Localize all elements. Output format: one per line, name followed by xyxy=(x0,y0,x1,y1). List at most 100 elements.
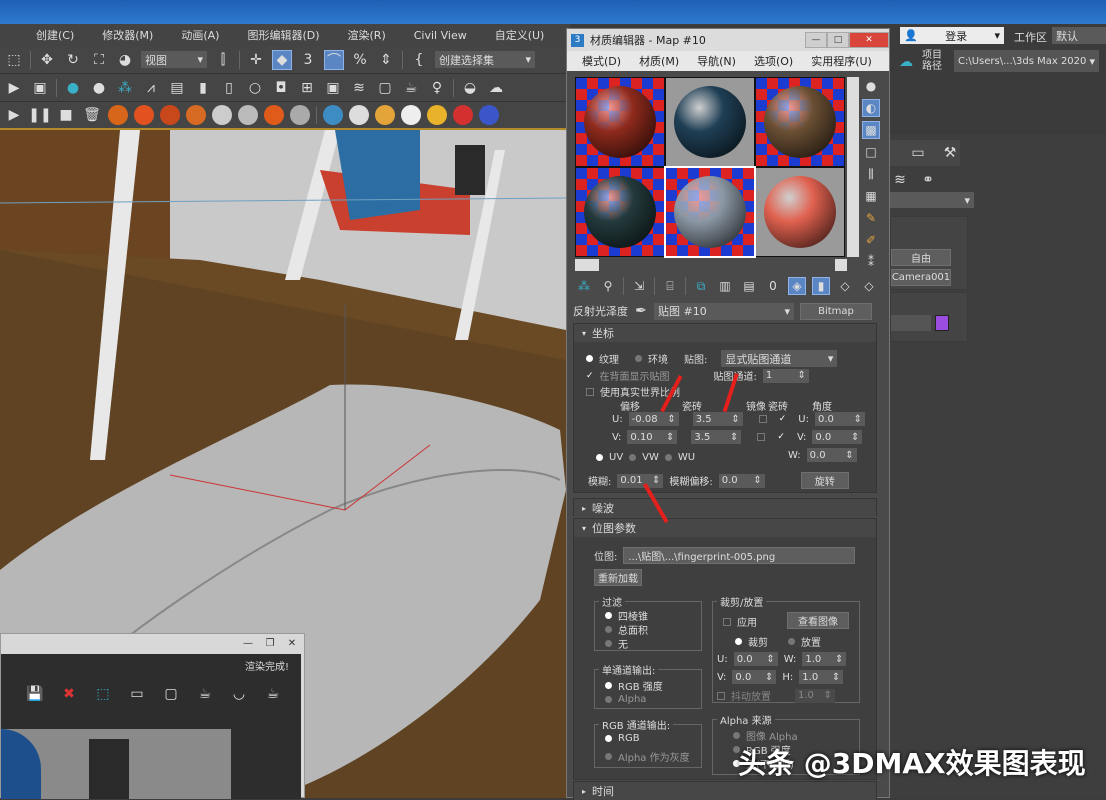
sample-slot-scrollbar[interactable] xyxy=(847,77,859,257)
jitter-checkbox[interactable] xyxy=(717,691,725,700)
filter-none-radio[interactable] xyxy=(605,640,612,647)
window-icon[interactable]: ▢ xyxy=(161,684,181,704)
go-to-parent-icon[interactable]: ◇ xyxy=(836,277,854,295)
vw-radio[interactable] xyxy=(629,454,637,461)
w-angle-spinner[interactable]: 0.0 ⇕ xyxy=(806,448,857,462)
menu-rendering[interactable]: 渲染(R) xyxy=(334,27,400,43)
sign-in-dropdown[interactable]: 👤 登录 ▾ xyxy=(900,27,1004,44)
options-icon[interactable]: ✎ xyxy=(862,209,880,227)
menu-options[interactable]: 选项(O) xyxy=(745,53,802,69)
menu-modes[interactable]: 模式(D) xyxy=(573,53,630,69)
v-tiling-spinner[interactable]: 3.5 ⇕ xyxy=(691,430,742,444)
image-alpha-radio[interactable] xyxy=(733,732,740,739)
map-channel-spinner[interactable]: 1 ⇕ xyxy=(762,368,809,383)
maximize-button[interactable]: □ xyxy=(827,32,849,48)
render-setup-icon[interactable]: ▶ xyxy=(4,78,24,98)
select-region-icon[interactable]: ⬚ xyxy=(4,50,24,70)
smoke-icon[interactable] xyxy=(238,105,258,125)
category-dropdown[interactable]: ▾ xyxy=(890,192,974,208)
menu-utilities[interactable]: 实用程序(U) xyxy=(802,53,881,69)
backlight-icon[interactable]: ◐ xyxy=(862,99,880,117)
region-select-icon[interactable]: ⬚ xyxy=(93,684,113,704)
make-unique-icon[interactable]: ▥ xyxy=(716,277,734,295)
sphere-icon[interactable]: ● xyxy=(89,78,109,98)
show-shaded-map-icon[interactable]: ◈ xyxy=(788,277,806,295)
fire-burst-icon[interactable] xyxy=(186,105,206,125)
apply-crop-checkbox[interactable] xyxy=(723,617,731,626)
sample-slot-wood-brown-material[interactable] xyxy=(756,78,844,166)
red-liquid-icon[interactable] xyxy=(453,105,473,125)
cloud-icon[interactable]: ☁ xyxy=(486,78,506,98)
mapping-dropdown[interactable]: 显式贴图通道 ▾ xyxy=(721,350,838,367)
named-selection-dropdown[interactable]: 创建选择集 ▾ xyxy=(435,51,535,68)
rotate-icon[interactable]: ↻ xyxy=(63,50,83,70)
angle-snap-icon[interactable]: ⌒ xyxy=(324,49,344,70)
sample-slot-coral-material[interactable] xyxy=(756,168,844,256)
clear-icon[interactable]: ✖ xyxy=(59,684,79,704)
workspace-dropdown[interactable]: 默认 xyxy=(1052,27,1106,44)
percent-snap-icon[interactable]: % xyxy=(350,50,370,70)
play-icon[interactable]: ▶ xyxy=(4,105,24,125)
sample-type-sphere-icon[interactable]: ● xyxy=(862,77,880,95)
copy-material-icon[interactable]: ⧉ xyxy=(692,277,710,295)
candle-icon[interactable] xyxy=(264,105,284,125)
resolution-icon[interactable]: ▭ xyxy=(127,684,147,704)
blur-spinner[interactable]: 0.01 ⇕ xyxy=(617,473,664,488)
crop-h-spinner[interactable]: 1.0 ⇕ xyxy=(799,670,844,684)
video-color-check-icon[interactable]: ⫼ xyxy=(862,165,880,183)
rotate-button[interactable]: 旋转 xyxy=(800,472,849,489)
environ-radio[interactable] xyxy=(635,355,642,362)
rgb-radio[interactable] xyxy=(605,735,612,742)
make-preview-icon[interactable]: ▦ xyxy=(862,187,880,205)
v-tile-checkbox[interactable]: ✓ xyxy=(777,432,785,442)
torus-icon[interactable]: ○ xyxy=(245,78,265,98)
sample-slot-red-material[interactable] xyxy=(576,78,664,166)
assign-to-selection-icon[interactable]: ⇲ xyxy=(630,277,648,295)
swirl-icon[interactable] xyxy=(212,105,232,125)
slots-scroll-left[interactable] xyxy=(575,259,599,271)
environment-icon[interactable]: ◒ xyxy=(460,78,480,98)
snaps-toggle-icon[interactable]: 3 xyxy=(298,50,318,70)
u-offset-spinner[interactable]: -0.08 ⇕ xyxy=(628,412,679,426)
spinner-snap-icon[interactable]: ⇕ xyxy=(376,50,396,70)
summed-area-radio[interactable] xyxy=(605,626,612,633)
teapot-outline-icon[interactable]: ◡ xyxy=(229,684,249,704)
coffee-icon[interactable] xyxy=(401,105,421,125)
frame-icon[interactable]: ▢ xyxy=(375,78,395,98)
select-manipulate-icon[interactable]: ✛ xyxy=(246,50,266,70)
water-icon[interactable] xyxy=(323,105,343,125)
coordinates-rollout-header[interactable]: ▾ 坐标 xyxy=(574,324,876,342)
edit-named-selection-icon[interactable]: { xyxy=(409,50,429,70)
spacewarps-icon[interactable]: ≋ xyxy=(890,170,910,190)
u-angle-spinner[interactable]: 0.0 ⇕ xyxy=(814,412,865,426)
minimize-button[interactable]: — xyxy=(805,32,827,48)
v-angle-spinner[interactable]: 0.0 ⇕ xyxy=(812,430,863,444)
pivot-icon[interactable]: ⫿ xyxy=(213,50,233,70)
sample-slot-dark-textured-material[interactable] xyxy=(576,168,664,256)
project-path-dropdown[interactable]: C:\Users\...\3ds Max 2020 ▾ xyxy=(954,50,1099,72)
place-radio[interactable] xyxy=(788,638,795,645)
display-tab-icon[interactable]: ▭ xyxy=(908,143,928,163)
sample-slot-marble-material[interactable] xyxy=(664,166,756,258)
panel-icon[interactable]: ▤ xyxy=(167,78,187,98)
go-forward-sibling-icon[interactable]: ◇ xyxy=(860,277,878,295)
v-offset-spinner[interactable]: 0.10 ⇕ xyxy=(627,430,678,444)
map-type-button[interactable]: Bitmap xyxy=(800,302,872,320)
free-camera-button[interactable]: 自由 xyxy=(891,249,951,266)
reload-button[interactable]: 重新加载 xyxy=(594,569,642,586)
keyboard-shortcut-override-icon[interactable]: ◆ xyxy=(272,49,292,70)
display-icon[interactable]: ▣ xyxy=(323,78,343,98)
show-map-on-back-checkbox[interactable]: ✓ xyxy=(586,371,594,381)
pyramidal-radio[interactable] xyxy=(605,612,612,619)
blue-liquid-icon[interactable] xyxy=(479,105,499,125)
lights-icon[interactable]: ⩘ xyxy=(141,78,161,98)
wu-radio[interactable] xyxy=(664,454,672,461)
view-image-button[interactable]: 查看图像 xyxy=(787,612,849,629)
crop-u-spinner[interactable]: 0.0 ⇕ xyxy=(733,652,778,666)
honey-icon[interactable] xyxy=(427,105,447,125)
utilities-tab-icon[interactable]: ⚒ xyxy=(940,143,960,163)
material-id-channel-icon[interactable]: 0 xyxy=(764,277,782,295)
menu-material[interactable]: 材质(M) xyxy=(630,53,688,69)
blur-offset-spinner[interactable]: 0.0 ⇕ xyxy=(718,473,765,488)
object-color-swatch[interactable] xyxy=(935,315,949,331)
